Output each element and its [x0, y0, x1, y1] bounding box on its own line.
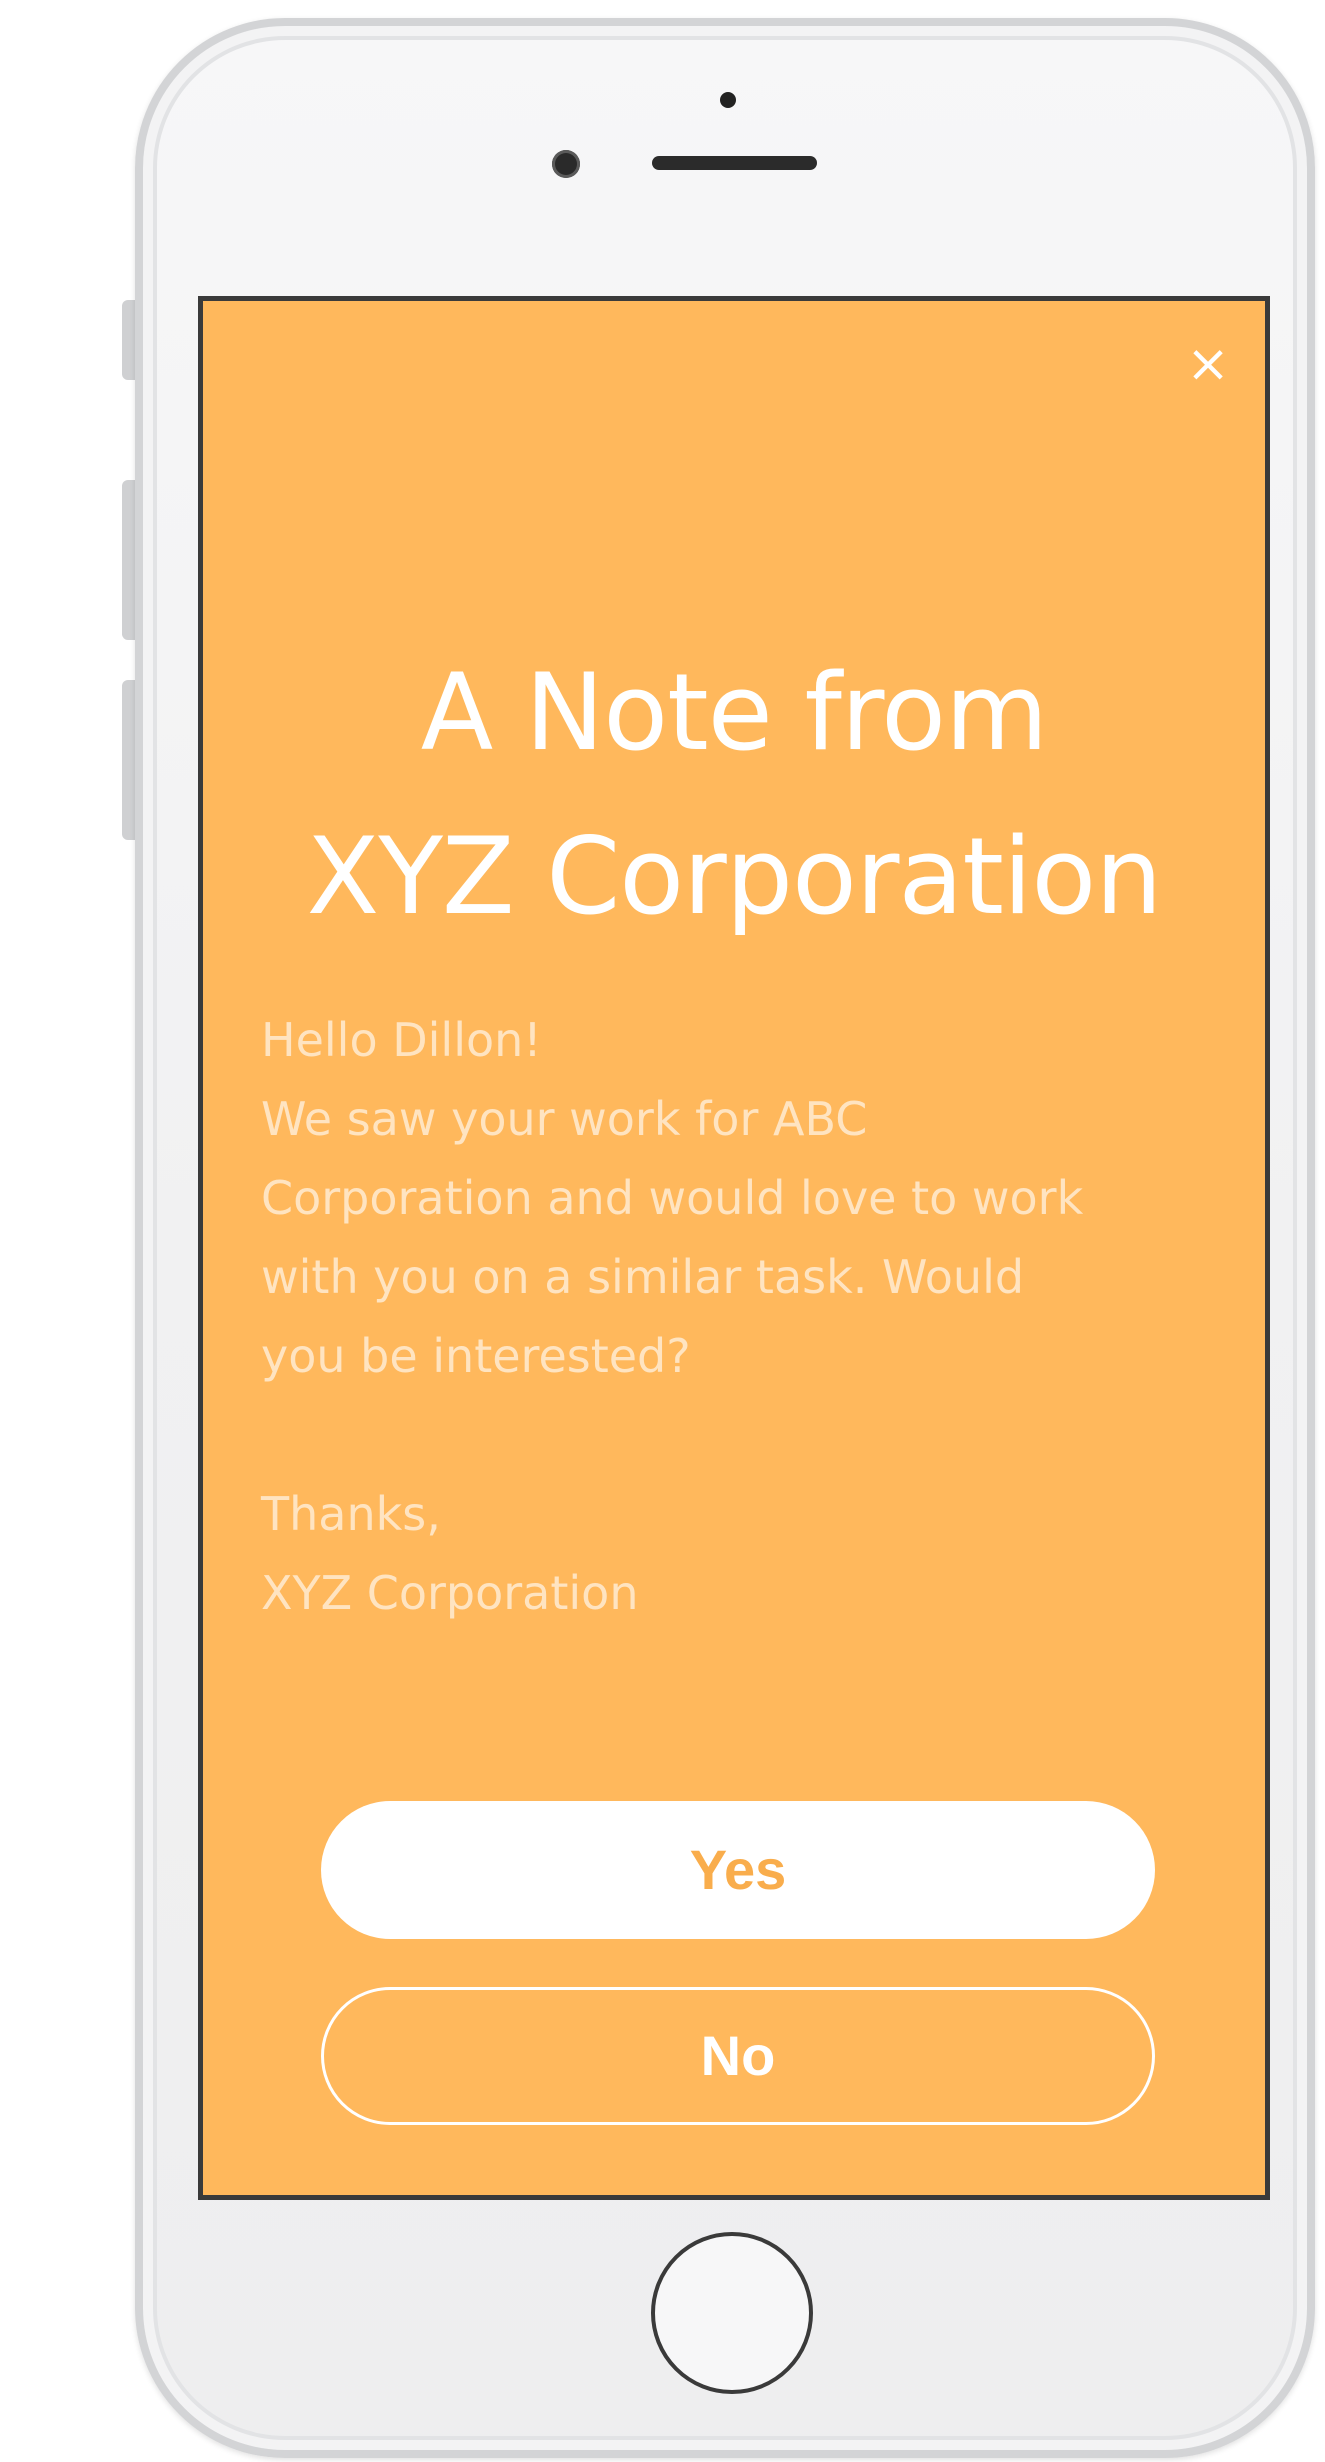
no-button[interactable]: No	[321, 1987, 1155, 2125]
message-line: with you on a similar task. Would	[261, 1250, 1025, 1304]
message-signature: XYZ Corporation	[261, 1566, 639, 1620]
message-line: Corporation and would love to work	[261, 1171, 1084, 1225]
dialog-title: A Note from XYZ Corporation	[203, 631, 1265, 959]
message-greeting: Hello Dillon!	[261, 1013, 542, 1067]
dialog-title-line-2: XYZ Corporation	[306, 815, 1163, 938]
dialog-title-line-1: A Note from	[420, 651, 1049, 774]
mute-switch	[122, 300, 136, 380]
yes-button[interactable]: Yes	[321, 1801, 1155, 1939]
proximity-sensor	[720, 92, 736, 108]
dialog-message: Hello Dillon! We saw your work for ABC C…	[261, 1001, 1241, 1633]
home-button[interactable]	[651, 2232, 813, 2394]
notification-dialog: × A Note from XYZ Corporation Hello Dill…	[198, 296, 1270, 2200]
earpiece-speaker	[652, 156, 817, 170]
close-icon[interactable]: ×	[1181, 337, 1235, 391]
message-line: you be interested?	[261, 1329, 691, 1383]
message-signoff: Thanks,	[261, 1487, 441, 1541]
message-line: We saw your work for ABC	[261, 1092, 868, 1146]
volume-up-button	[122, 480, 136, 640]
front-camera	[552, 150, 580, 178]
volume-down-button	[122, 680, 136, 840]
